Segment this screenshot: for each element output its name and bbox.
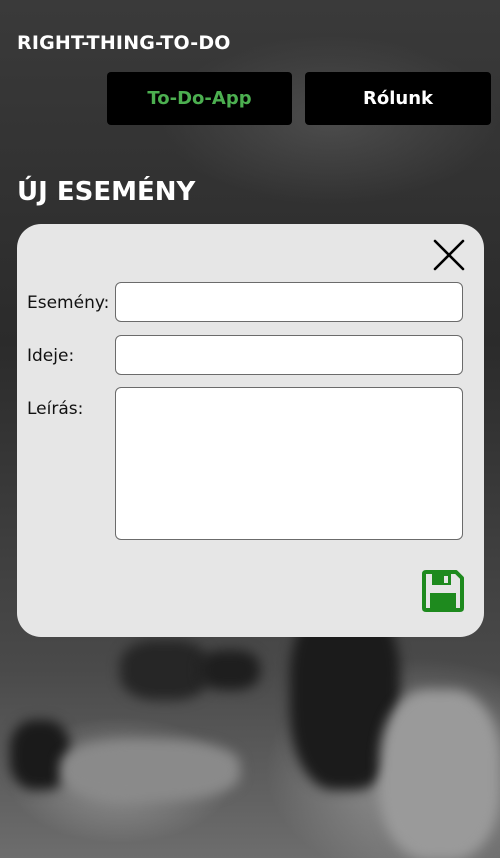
event-label: Esemény: bbox=[27, 293, 110, 313]
description-label: Leírás: bbox=[27, 399, 84, 419]
background-blur-shape bbox=[120, 640, 210, 700]
description-textarea[interactable] bbox=[115, 387, 463, 540]
time-label: Ideje: bbox=[27, 346, 75, 366]
nav-button-todo-app[interactable]: To-Do-App bbox=[107, 72, 292, 125]
page-title: ÚJ ESEMÉNY bbox=[17, 177, 196, 207]
background-blur-shape bbox=[380, 690, 500, 858]
close-icon[interactable] bbox=[432, 238, 466, 272]
app-title: RIGHT-THING-TO-DO bbox=[17, 32, 231, 54]
save-icon[interactable] bbox=[421, 569, 465, 613]
event-input[interactable] bbox=[115, 282, 463, 322]
background-blur-shape bbox=[200, 650, 260, 690]
time-input[interactable] bbox=[115, 335, 463, 375]
background-blur-shape bbox=[60, 740, 240, 800]
new-event-dialog: Esemény: Ideje: Leírás: bbox=[17, 224, 484, 637]
nav-button-about[interactable]: Rólunk bbox=[305, 72, 491, 125]
